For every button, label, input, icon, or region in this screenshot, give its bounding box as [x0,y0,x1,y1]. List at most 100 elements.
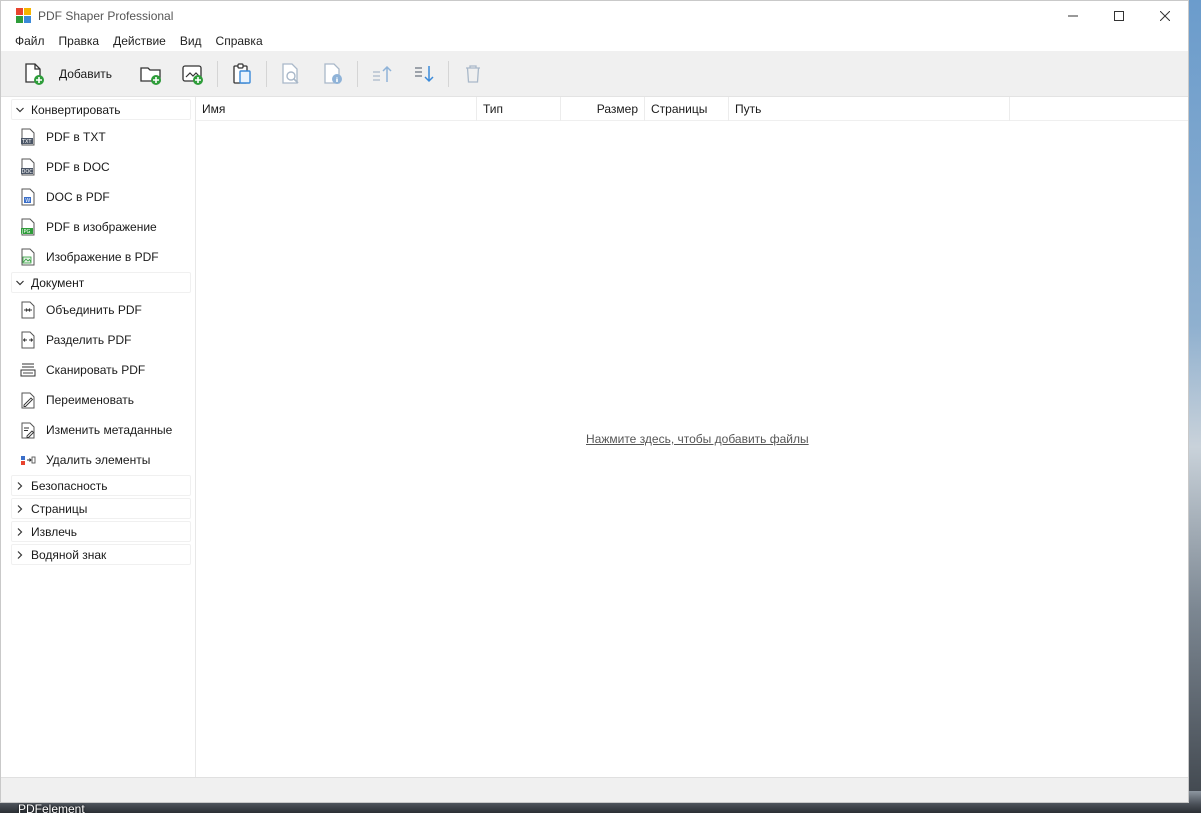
group-convert[interactable]: Конвертировать [11,99,191,120]
close-button[interactable] [1142,1,1188,31]
file-list-panel[interactable]: Имя Тип Размер Страницы Путь Нажмите зде… [196,96,1188,777]
chevron-down-icon [16,107,24,112]
add-folder-icon [138,61,164,87]
sidebar-item-edit-metadata[interactable]: Изменить метаданные [1,415,195,445]
app-logo-icon [16,8,32,24]
sidebar-item-label: Переименовать [46,393,134,407]
menu-view[interactable]: Вид [173,34,209,48]
maximize-button[interactable] [1096,1,1142,31]
column-header-name[interactable]: Имя [196,96,477,121]
window-title: PDF Shaper Professional [38,9,174,23]
chevron-right-icon [17,527,23,536]
sidebar-item-merge-pdf[interactable]: Объединить PDF [1,295,195,325]
sidebar-item-rename[interactable]: Переименовать [1,385,195,415]
add-image-button[interactable] [172,56,214,92]
sidebar-item-label: Изменить метаданные [46,423,173,437]
menu-edit[interactable]: Правка [52,34,107,48]
sidebar: Конвертировать TXT PDF в TXT DOC PDF в D… [1,97,196,777]
sidebar-item-pdf-to-doc[interactable]: DOC PDF в DOC [1,152,195,182]
sidebar-item-label: Сканировать PDF [46,363,146,377]
column-header-type[interactable]: Тип [477,96,561,121]
trash-icon [460,61,486,87]
sidebar-item-label: DOC в PDF [46,190,110,204]
group-security[interactable]: Безопасность [11,475,191,496]
metadata-icon [21,422,35,439]
sidebar-item-label: PDF в DOC [46,160,110,174]
document-info-icon [320,61,346,87]
title-bar[interactable]: PDF Shaper Professional [1,1,1188,31]
sidebar-item-label: PDF в TXT [46,130,106,144]
add-file-icon [21,61,47,87]
info-button[interactable] [312,56,354,92]
column-header-pages[interactable]: Страницы [645,96,729,121]
rename-icon [21,392,35,409]
menu-action[interactable]: Действие [106,34,173,48]
sidebar-item-doc-to-pdf[interactable]: W DOC в PDF [1,182,195,212]
sidebar-item-label: Объединить PDF [46,303,142,317]
toolbar-separator [266,60,268,87]
sidebar-item-pdf-to-image[interactable]: JPG PDF в изображение [1,212,195,242]
svg-text:DOC: DOC [22,169,34,175]
maximize-icon [1114,11,1124,21]
menu-help[interactable]: Справка [209,34,270,48]
scanner-icon [20,363,36,377]
delete-button[interactable] [452,56,494,92]
add-folder-button[interactable] [130,56,172,92]
image-file-icon [21,248,35,266]
group-watermark[interactable]: Водяной знак [11,544,191,565]
svg-text:TXT: TXT [21,139,32,145]
sidebar-item-label: PDF в изображение [46,220,157,234]
move-down-button[interactable] [403,56,445,92]
sidebar-item-label: Разделить PDF [46,333,132,347]
sidebar-item-scan-pdf[interactable]: Сканировать PDF [1,355,195,385]
sidebar-item-pdf-to-txt[interactable]: TXT PDF в TXT [1,122,195,152]
svg-text:W: W [25,198,30,204]
desktop-app-label[interactable]: PDFelement [18,802,85,813]
chevron-down-icon [16,280,24,285]
toolbar-separator [217,60,219,87]
sidebar-item-split-pdf[interactable]: Разделить PDF [1,325,195,355]
clipboard-icon [229,61,255,87]
add-files-label: Добавить [59,66,113,81]
paste-button[interactable] [221,56,263,92]
chevron-right-icon [17,481,23,490]
toolbar-separator [448,60,450,87]
preview-button[interactable] [270,56,312,92]
sidebar-item-label: Удалить элементы [46,453,151,467]
toolbar-separator [357,60,359,87]
status-bar [1,777,1188,802]
minimize-icon [1068,15,1078,17]
group-pages[interactable]: Страницы [11,498,191,519]
group-label: Безопасность [31,478,108,493]
move-up-icon [369,61,395,87]
menu-file[interactable]: Файл [8,34,52,48]
close-icon [1160,11,1170,21]
toolbar: Добавить [1,51,1188,97]
column-header-size[interactable]: Размер [561,96,645,121]
word-file-icon: W [21,188,35,206]
group-document[interactable]: Документ [11,272,191,293]
group-label: Страницы [31,501,88,516]
sidebar-item-image-to-pdf[interactable]: Изображение в PDF [1,242,195,272]
desktop-background-right [1189,0,1201,813]
move-up-button[interactable] [361,56,403,92]
sidebar-item-remove-elements[interactable]: Удалить элементы [1,445,195,475]
column-header-path[interactable]: Путь [729,96,1010,121]
sidebar-item-label: Изображение в PDF [46,250,159,264]
doc-file-icon: DOC [21,158,35,176]
jpg-file-icon: JPG [21,218,35,236]
group-label: Конвертировать [31,102,121,117]
add-image-icon [180,61,206,87]
chevron-right-icon [17,550,23,559]
add-files-link[interactable]: Нажмите здесь, чтобы добавить файлы [586,432,809,446]
remove-elements-icon [21,456,36,465]
add-files-button[interactable]: Добавить [13,56,130,92]
file-table-header: Имя Тип Размер Страницы Путь [196,96,1188,121]
group-extract[interactable]: Извлечь [11,521,191,542]
merge-icon [21,301,35,319]
preview-document-icon [278,61,304,87]
minimize-button[interactable] [1050,1,1096,31]
window-controls [1050,1,1188,31]
group-label: Водяной знак [31,547,107,562]
app-window: PDF Shaper Professional Файл Правка Дейс… [0,0,1189,803]
